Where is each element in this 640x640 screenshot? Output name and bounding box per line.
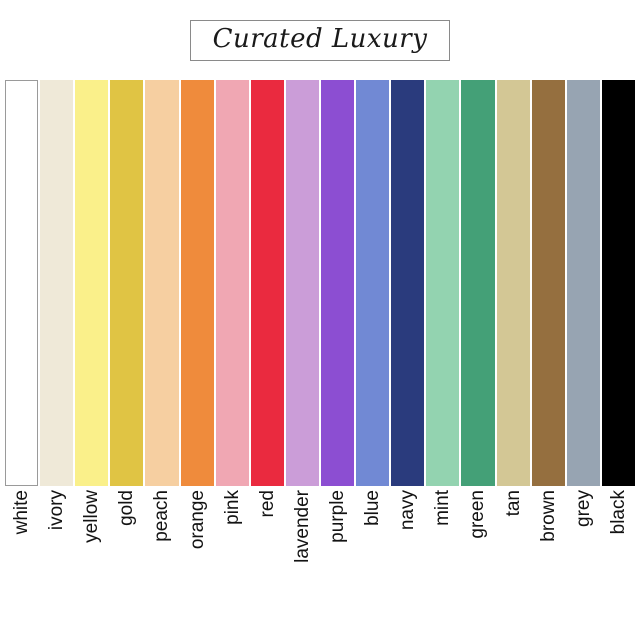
swatch-lavender — [285, 80, 319, 486]
swatch-label-text: green — [467, 490, 489, 539]
swatch-label-brown: brown — [532, 488, 565, 638]
swatch-label-text: mint — [432, 490, 454, 526]
swatch-label-yellow: yellow — [75, 488, 108, 638]
label-strip: white ivory yellow gold peach orange pink red la… — [5, 488, 635, 638]
swatch-label-text: lavender — [291, 490, 313, 563]
swatch-color-block — [5, 80, 39, 486]
swatch-strip — [5, 80, 635, 486]
swatch-color-block — [426, 80, 460, 486]
swatch-label-text: white — [11, 490, 33, 535]
swatch-label-text: gold — [116, 490, 138, 526]
swatch-white — [5, 80, 39, 486]
swatch-color-block — [566, 80, 600, 486]
swatch-brown — [531, 80, 565, 486]
swatch-color-block — [461, 80, 495, 486]
color-palette-figure: Curated Luxury white ivory yellow gold peach… — [0, 0, 640, 640]
swatch-label-text: blue — [362, 490, 384, 526]
swatch-color-block — [391, 80, 425, 486]
swatch-color-block — [285, 80, 319, 486]
swatch-label-black: black — [602, 488, 635, 638]
swatch-color-block — [40, 80, 74, 486]
swatch-color-block — [356, 80, 390, 486]
swatch-label-text: navy — [397, 490, 419, 531]
swatch-label-text: black — [607, 490, 629, 535]
swatch-navy — [391, 80, 425, 486]
swatch-pink — [215, 80, 249, 486]
swatch-peach — [145, 80, 179, 486]
swatch-label-text: pink — [221, 490, 243, 525]
swatch-label-purple: purple — [321, 488, 354, 638]
swatch-label-text: peach — [151, 490, 173, 542]
swatch-ivory — [40, 80, 74, 486]
swatch-label-lavender: lavender — [286, 488, 319, 638]
swatch-color-block — [601, 80, 635, 486]
swatch-label-pink: pink — [216, 488, 249, 638]
swatch-label-text: orange — [186, 490, 208, 550]
swatch-label-gold: gold — [110, 488, 143, 638]
swatch-red — [250, 80, 284, 486]
swatch-label-text: grey — [572, 490, 594, 527]
swatch-label-text: red — [256, 490, 278, 518]
swatch-mint — [426, 80, 460, 486]
swatch-label-text: ivory — [46, 490, 68, 531]
swatch-color-block — [496, 80, 530, 486]
swatch-label-text: yellow — [81, 490, 103, 543]
title-box: Curated Luxury — [189, 20, 451, 61]
swatch-color-block — [110, 80, 144, 486]
swatch-label-orange: orange — [181, 488, 214, 638]
swatch-label-red: red — [251, 488, 284, 638]
swatch-color-block — [531, 80, 565, 486]
swatch-grey — [566, 80, 600, 486]
title-container: Curated Luxury — [0, 20, 640, 61]
swatch-color-block — [320, 80, 355, 486]
swatch-label-text: brown — [537, 490, 559, 542]
swatch-label-peach: peach — [145, 488, 178, 638]
page-title: Curated Luxury — [212, 24, 428, 54]
swatch-orange — [180, 80, 214, 486]
swatch-color-block — [250, 80, 284, 486]
swatch-label-ivory: ivory — [40, 488, 73, 638]
swatch-label-navy: navy — [391, 488, 424, 638]
swatch-label-tan: tan — [497, 488, 530, 638]
swatch-yellow — [75, 80, 109, 486]
swatch-green — [461, 80, 495, 486]
swatch-color-block — [180, 80, 214, 486]
swatch-label-green: green — [461, 488, 494, 638]
swatch-tan — [496, 80, 530, 486]
swatch-color-block — [145, 80, 179, 486]
swatch-black — [601, 80, 635, 486]
swatch-label-text: purple — [327, 490, 349, 543]
swatch-color-block — [75, 80, 109, 486]
swatch-gold — [110, 80, 144, 486]
swatch-label-grey: grey — [567, 488, 600, 638]
swatch-label-white: white — [5, 488, 38, 638]
swatch-blue — [356, 80, 390, 486]
swatch-purple — [320, 80, 355, 486]
swatch-label-blue: blue — [356, 488, 389, 638]
swatch-label-text: tan — [502, 490, 524, 517]
swatch-label-mint: mint — [426, 488, 459, 638]
swatch-color-block — [215, 80, 249, 486]
